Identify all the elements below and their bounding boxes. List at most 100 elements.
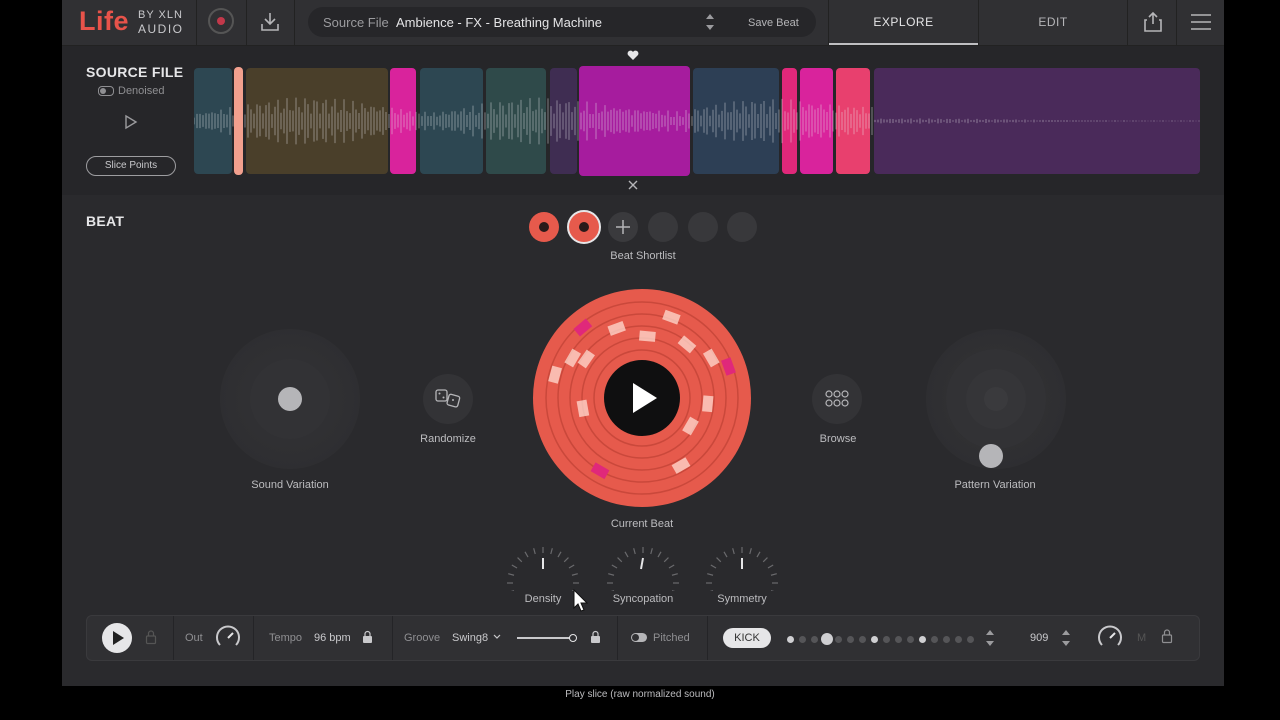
step-dot[interactable] bbox=[847, 636, 854, 643]
slider-handle[interactable] bbox=[569, 634, 577, 642]
source-file-title: SOURCE FILE bbox=[86, 64, 184, 80]
shortlist-empty-slot[interactable] bbox=[648, 212, 678, 242]
brand-by: BY XLN bbox=[138, 9, 183, 21]
pitched-toggle[interactable] bbox=[631, 633, 647, 642]
step-dot[interactable] bbox=[955, 636, 962, 643]
life-app-window: Life BY XLN AUDIO Source File Ambience -… bbox=[62, 0, 1224, 686]
instrument-selector[interactable]: KICK bbox=[723, 628, 771, 648]
step-dot[interactable] bbox=[883, 636, 890, 643]
pad-center bbox=[984, 387, 1008, 411]
divider bbox=[173, 616, 174, 660]
tab-explore[interactable]: EXPLORE bbox=[829, 0, 978, 45]
step-dot[interactable] bbox=[821, 633, 833, 645]
step-dot[interactable] bbox=[967, 636, 974, 643]
lock-icon[interactable] bbox=[1161, 628, 1173, 644]
step-dot[interactable] bbox=[835, 636, 842, 643]
shortlist-empty-slot[interactable] bbox=[727, 212, 757, 242]
heart-icon[interactable] bbox=[627, 50, 639, 61]
sound-variation-pad[interactable] bbox=[220, 329, 360, 469]
knob-tick bbox=[611, 564, 618, 569]
lock-icon[interactable] bbox=[145, 629, 157, 645]
up-down-arrows-icon[interactable] bbox=[985, 628, 995, 648]
slice-segment[interactable] bbox=[693, 68, 779, 174]
brand-company: AUDIO bbox=[138, 22, 184, 36]
chevron-down-icon[interactable] bbox=[493, 634, 501, 640]
divider bbox=[707, 616, 708, 660]
slice-segment[interactable] bbox=[800, 68, 833, 174]
tempo-label: Tempo bbox=[269, 632, 303, 644]
slice-segment[interactable] bbox=[836, 68, 870, 174]
tempo-value[interactable]: 96 bpm bbox=[314, 632, 351, 644]
knob-tick bbox=[508, 573, 515, 576]
slice-points-button[interactable]: Slice Points bbox=[86, 156, 176, 176]
import-icon[interactable] bbox=[258, 10, 282, 34]
top-bar: Life BY XLN AUDIO Source File Ambience -… bbox=[62, 0, 1224, 46]
density-knob[interactable] bbox=[503, 541, 583, 591]
divider bbox=[196, 0, 197, 45]
save-beat-button[interactable]: Save Beat bbox=[748, 17, 799, 29]
up-down-arrows-icon[interactable] bbox=[1061, 628, 1071, 648]
sequence-value[interactable]: 909 bbox=[1030, 632, 1048, 644]
record-button[interactable] bbox=[208, 8, 234, 34]
mouse-cursor-icon bbox=[573, 589, 589, 612]
status-tooltip: Play slice (raw normalized sound) bbox=[565, 689, 715, 700]
pattern-variation-pad[interactable] bbox=[926, 329, 1066, 469]
randomize-button[interactable] bbox=[423, 374, 473, 424]
step-dot[interactable] bbox=[871, 636, 878, 643]
symmetry-knob[interactable] bbox=[702, 541, 782, 591]
sound-variation-handle[interactable] bbox=[278, 387, 302, 411]
output-volume-knob[interactable] bbox=[215, 625, 241, 651]
groove-amount-slider[interactable] bbox=[517, 634, 577, 642]
knob-tick bbox=[663, 557, 669, 563]
current-beat-visualizer[interactable] bbox=[532, 288, 752, 508]
lock-icon[interactable] bbox=[590, 630, 601, 644]
share-icon[interactable] bbox=[1142, 11, 1164, 33]
step-sequence[interactable] bbox=[787, 631, 977, 647]
beat-step-mark bbox=[702, 395, 714, 413]
step-dot[interactable] bbox=[895, 636, 902, 643]
tab-edit[interactable]: EDIT bbox=[979, 0, 1127, 45]
step-dot[interactable] bbox=[931, 636, 938, 643]
knob-tick bbox=[563, 557, 569, 563]
lock-icon[interactable] bbox=[362, 630, 373, 644]
plus-icon bbox=[616, 220, 630, 234]
slice-segment[interactable] bbox=[390, 68, 416, 174]
transport-play-button[interactable] bbox=[102, 623, 132, 653]
waveform-display[interactable] bbox=[194, 66, 1200, 176]
step-dot[interactable] bbox=[859, 636, 866, 643]
play-source-icon[interactable] bbox=[124, 114, 138, 130]
up-down-arrows-icon[interactable] bbox=[704, 11, 716, 33]
groove-value[interactable]: Swing8 bbox=[452, 632, 488, 644]
browse-button[interactable] bbox=[812, 374, 862, 424]
divider bbox=[246, 0, 247, 45]
close-icon[interactable] bbox=[628, 180, 638, 190]
instrument-volume-knob[interactable] bbox=[1097, 625, 1123, 651]
brand-logo: Life bbox=[79, 6, 130, 36]
add-to-shortlist-button[interactable] bbox=[608, 212, 638, 242]
step-dot[interactable] bbox=[919, 636, 926, 643]
source-file-label: Source File bbox=[323, 15, 389, 30]
denoise-toggle[interactable]: Denoised bbox=[98, 85, 164, 97]
knob-tick bbox=[571, 573, 578, 576]
mute-button[interactable]: M bbox=[1137, 632, 1146, 644]
pattern-variation-handle[interactable] bbox=[979, 444, 1003, 468]
knob-tick bbox=[767, 564, 774, 569]
step-dot[interactable] bbox=[907, 636, 914, 643]
syncopation-knob[interactable] bbox=[603, 541, 683, 591]
step-dot[interactable] bbox=[787, 636, 794, 643]
knob-tick bbox=[770, 573, 777, 576]
divider bbox=[392, 616, 393, 660]
playhead-marker[interactable] bbox=[234, 67, 243, 175]
shortlist-beat-2-selected[interactable] bbox=[567, 210, 601, 244]
slice-segment[interactable] bbox=[486, 68, 546, 174]
hamburger-menu-icon[interactable] bbox=[1190, 12, 1212, 32]
slice-segment[interactable] bbox=[782, 68, 797, 174]
step-dot[interactable] bbox=[811, 636, 818, 643]
shortlist-beat-1[interactable] bbox=[529, 212, 559, 242]
dice-icon bbox=[435, 389, 461, 408]
step-dot[interactable] bbox=[943, 636, 950, 643]
knob-tick bbox=[568, 564, 575, 569]
source-file-selector[interactable]: Source File Ambience - FX - Breathing Ma… bbox=[308, 7, 816, 37]
shortlist-empty-slot[interactable] bbox=[688, 212, 718, 242]
step-dot[interactable] bbox=[799, 636, 806, 643]
